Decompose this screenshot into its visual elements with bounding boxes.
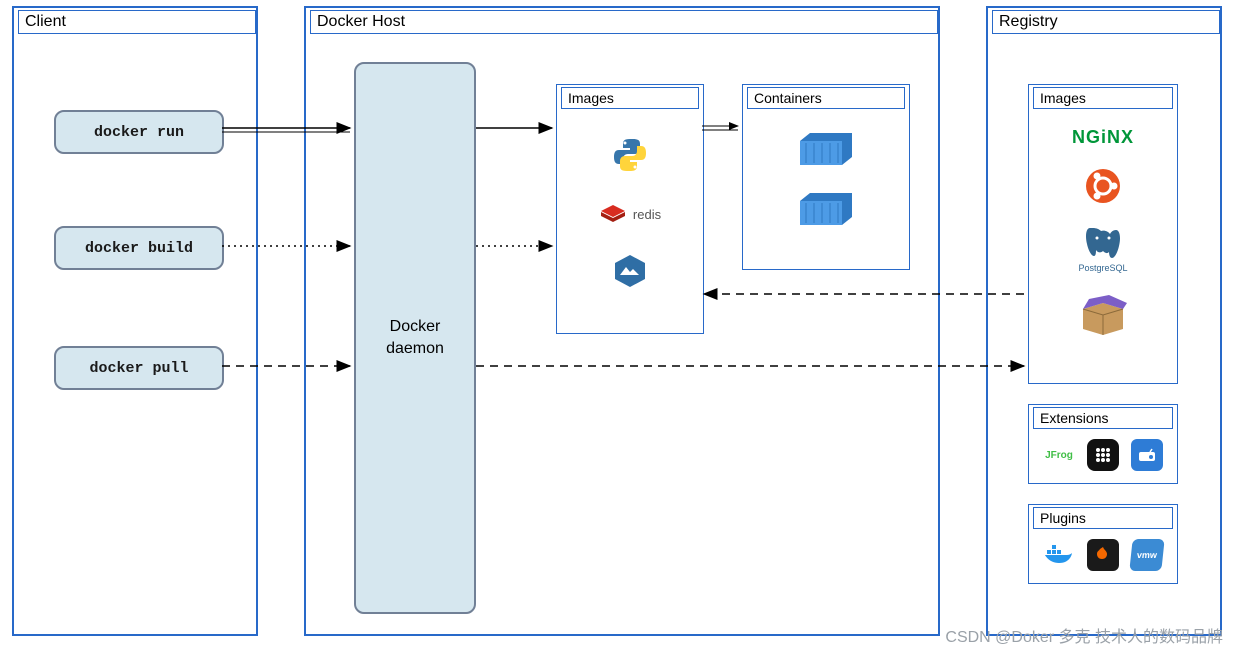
daemon-label: Docker daemon xyxy=(386,316,444,361)
registry-plugins-title: Plugins xyxy=(1033,507,1173,529)
client-panel: Client docker run docker build docker pu… xyxy=(12,6,258,636)
vmw-icon: vmw xyxy=(1129,539,1164,571)
docker-daemon: Docker daemon xyxy=(354,62,476,614)
watermark: CSDN @Doker 多克 技术人的数码品牌 xyxy=(945,623,1223,647)
cmd-docker-build: docker build xyxy=(54,226,224,270)
grid-icon xyxy=(1087,439,1119,471)
cmd-docker-run: docker run xyxy=(54,110,224,154)
registry-extensions-box: Extensions JFrog xyxy=(1028,404,1178,484)
redis-icon: redis xyxy=(599,203,661,225)
host-containers-title: Containers xyxy=(747,87,905,109)
host-title: Docker Host xyxy=(310,10,938,34)
hex-icon xyxy=(612,253,648,289)
registry-images-box: Images NGiNX PostgreSQL xyxy=(1028,84,1178,384)
python-icon xyxy=(610,135,650,175)
registry-plugins-box: Plugins vmw xyxy=(1028,504,1178,584)
registry-panel: Registry Images NGiNX PostgreSQL xyxy=(986,6,1222,636)
box-icon xyxy=(1079,293,1127,335)
registry-images-title: Images xyxy=(1033,87,1173,109)
host-panel: Docker Host Docker daemon Images redis xyxy=(304,6,940,636)
postgres-icon: PostgreSQL xyxy=(1078,224,1127,273)
registry-title: Registry xyxy=(992,10,1220,34)
host-images-title: Images xyxy=(561,87,699,109)
client-title: Client xyxy=(18,10,256,34)
container-icon xyxy=(798,129,854,169)
jfrog-icon: JFrog xyxy=(1043,439,1075,471)
cmd-docker-pull: docker pull xyxy=(54,346,224,390)
host-images-box: Images redis xyxy=(556,84,704,334)
nginx-icon: NGiNX xyxy=(1072,127,1134,148)
ubuntu-icon xyxy=(1085,168,1121,204)
grafana-icon xyxy=(1087,539,1119,571)
container-icon xyxy=(798,189,854,229)
host-containers-box: Containers xyxy=(742,84,910,270)
radio-icon xyxy=(1131,439,1163,471)
docker-whale-icon xyxy=(1043,542,1075,568)
registry-extensions-title: Extensions xyxy=(1033,407,1173,429)
